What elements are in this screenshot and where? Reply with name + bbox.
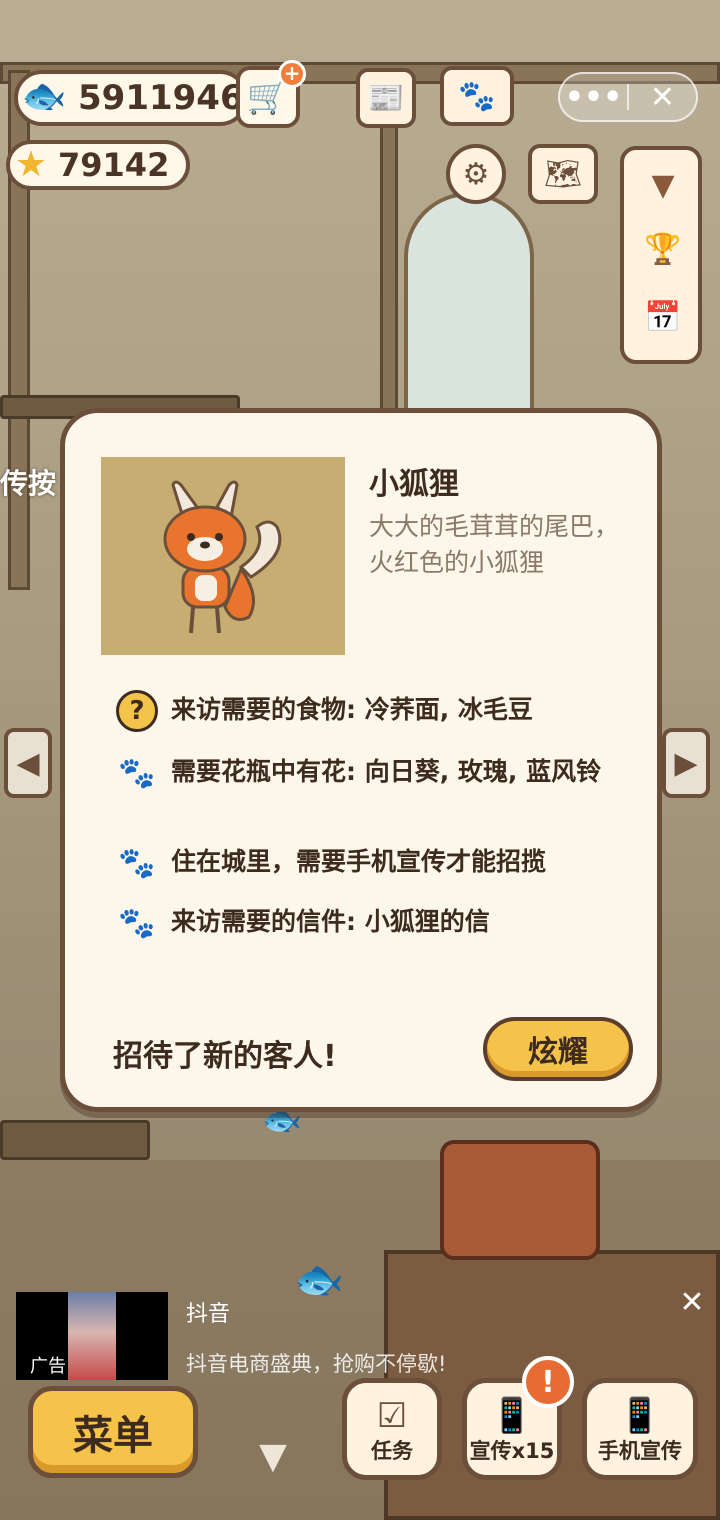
phone-icon: 📱 (618, 1396, 662, 1436)
shop-cart-button[interactable]: 🛒 + (236, 60, 306, 128)
expand-button[interactable]: ▼ (244, 1435, 302, 1477)
star-currency-icon: ★ (14, 143, 48, 185)
close-icon: ✕ (649, 79, 676, 115)
paw-icon: 🐾 (118, 755, 156, 791)
fish-icon[interactable]: 🐟 (294, 1256, 344, 1303)
newspaper-button[interactable]: 📰 (356, 68, 416, 128)
ad-label: 广告 (30, 1356, 66, 1377)
chevron-right-icon: ▶ (674, 745, 698, 781)
newspaper-icon: 📰 (367, 80, 405, 116)
requirement-item: 🐾 来访需要的信件: 小狐狸的信 (115, 901, 615, 945)
phone-promo-button[interactable]: 📱 手机宣传 (582, 1378, 698, 1480)
alert-badge-icon: ! (522, 1356, 574, 1408)
side-panel: ▼ 🏆 📅 (620, 146, 702, 364)
more-button[interactable]: ••• (560, 74, 627, 120)
gear-icon: ⚙ (462, 156, 490, 192)
arched-window (404, 192, 534, 412)
requirement-text: 住在城里，需要手机宣传才能招揽 (171, 847, 547, 876)
triangle-down-icon: ▼ (651, 167, 675, 203)
wood-post (380, 120, 398, 420)
ranking-button[interactable]: 🏆 (632, 220, 694, 278)
shelf (0, 1120, 150, 1160)
ad-thumbnail[interactable]: 广告 (16, 1292, 168, 1380)
edge-text: 传按 (0, 467, 57, 500)
map-icon: 🗺 (543, 156, 583, 192)
requirement-item: ? 来访需要的食物: 冷荞面, 冰毛豆 (115, 689, 615, 733)
miniprogram-capsule: ••• ✕ (558, 72, 698, 122)
guestbook-button[interactable]: 🐾 (440, 66, 514, 126)
coin-amount: 5911946 (78, 78, 244, 118)
close-icon: ✕ (679, 1284, 705, 1320)
tasks-label: 任务 (371, 1439, 413, 1463)
menu-button[interactable]: 菜单 (28, 1386, 198, 1478)
fish-currency-icon: 🐟 (21, 76, 67, 117)
coffee-machine (440, 1140, 600, 1260)
promo-count-label: 宣传x15 (469, 1439, 555, 1463)
ad-source[interactable]: 抖音 (186, 1296, 230, 1328)
requirement-text: 来访需要的食物: 冷荞面, 冰毛豆 (171, 695, 533, 724)
settings-button[interactable]: ⚙ (446, 144, 506, 204)
star-amount: 79142 (58, 146, 170, 184)
guest-name: 小狐狸 (369, 467, 459, 502)
requirement-item: 🐾 住在城里，需要手机宣传才能招揽 (115, 841, 615, 885)
requirement-item: 🐾 需要花瓶中有花: 向日葵, 玫瑰, 蓝风铃 (115, 751, 615, 795)
tasks-button[interactable]: ☑ 任务 (342, 1378, 442, 1480)
guest-description: 大大的毛茸茸的尾巴，火红色的小狐狸 (369, 512, 620, 577)
calendar-button[interactable]: 📅 (632, 288, 694, 346)
chevron-down-icon: ▼ (259, 1435, 287, 1477)
chevron-left-icon: ◀ (16, 745, 40, 781)
ad-image (68, 1292, 116, 1380)
new-guest-message: 招待了新的客人! (113, 1039, 337, 1074)
next-arrow-button[interactable]: ▶ (662, 728, 710, 798)
prev-arrow-button[interactable]: ◀ (4, 728, 52, 798)
more-icon: ••• (564, 79, 623, 115)
paw-icon: 🐾 (118, 905, 156, 941)
calendar-icon: 📅 (644, 299, 682, 335)
requirement-text: 来访需要的信件: 小狐狸的信 (171, 907, 490, 936)
requirement-text: 需要花瓶中有花: 向日葵, 玫瑰, 蓝风铃 (171, 757, 602, 786)
map-button[interactable]: 🗺 (528, 144, 598, 204)
collapse-button[interactable]: ▼ (632, 156, 694, 214)
close-button[interactable]: ✕ (629, 74, 696, 120)
checklist-icon: ☑ (376, 1396, 408, 1436)
ad-close-button[interactable]: ✕ (676, 1284, 708, 1320)
question-icon[interactable]: ? (115, 689, 159, 733)
ad-text[interactable]: 抖音电商盛典，抢购不停歇! (186, 1348, 446, 1378)
plus-icon: + (278, 60, 306, 88)
paw-icon: 🐾 (118, 845, 156, 881)
paw-book-icon: 🐾 (458, 78, 496, 114)
phone-promo-label: 手机宣传 (598, 1439, 682, 1463)
guest-portrait (101, 457, 345, 655)
fox-illustration (163, 480, 282, 634)
show-off-button[interactable]: 炫耀 (483, 1017, 633, 1081)
new-guest-dialog: 小狐狸 大大的毛茸茸的尾巴，火红色的小狐狸 ? 来访需要的食物: 冷荞面, 冰毛… (60, 408, 662, 1112)
podium-icon: 🏆 (644, 231, 682, 267)
